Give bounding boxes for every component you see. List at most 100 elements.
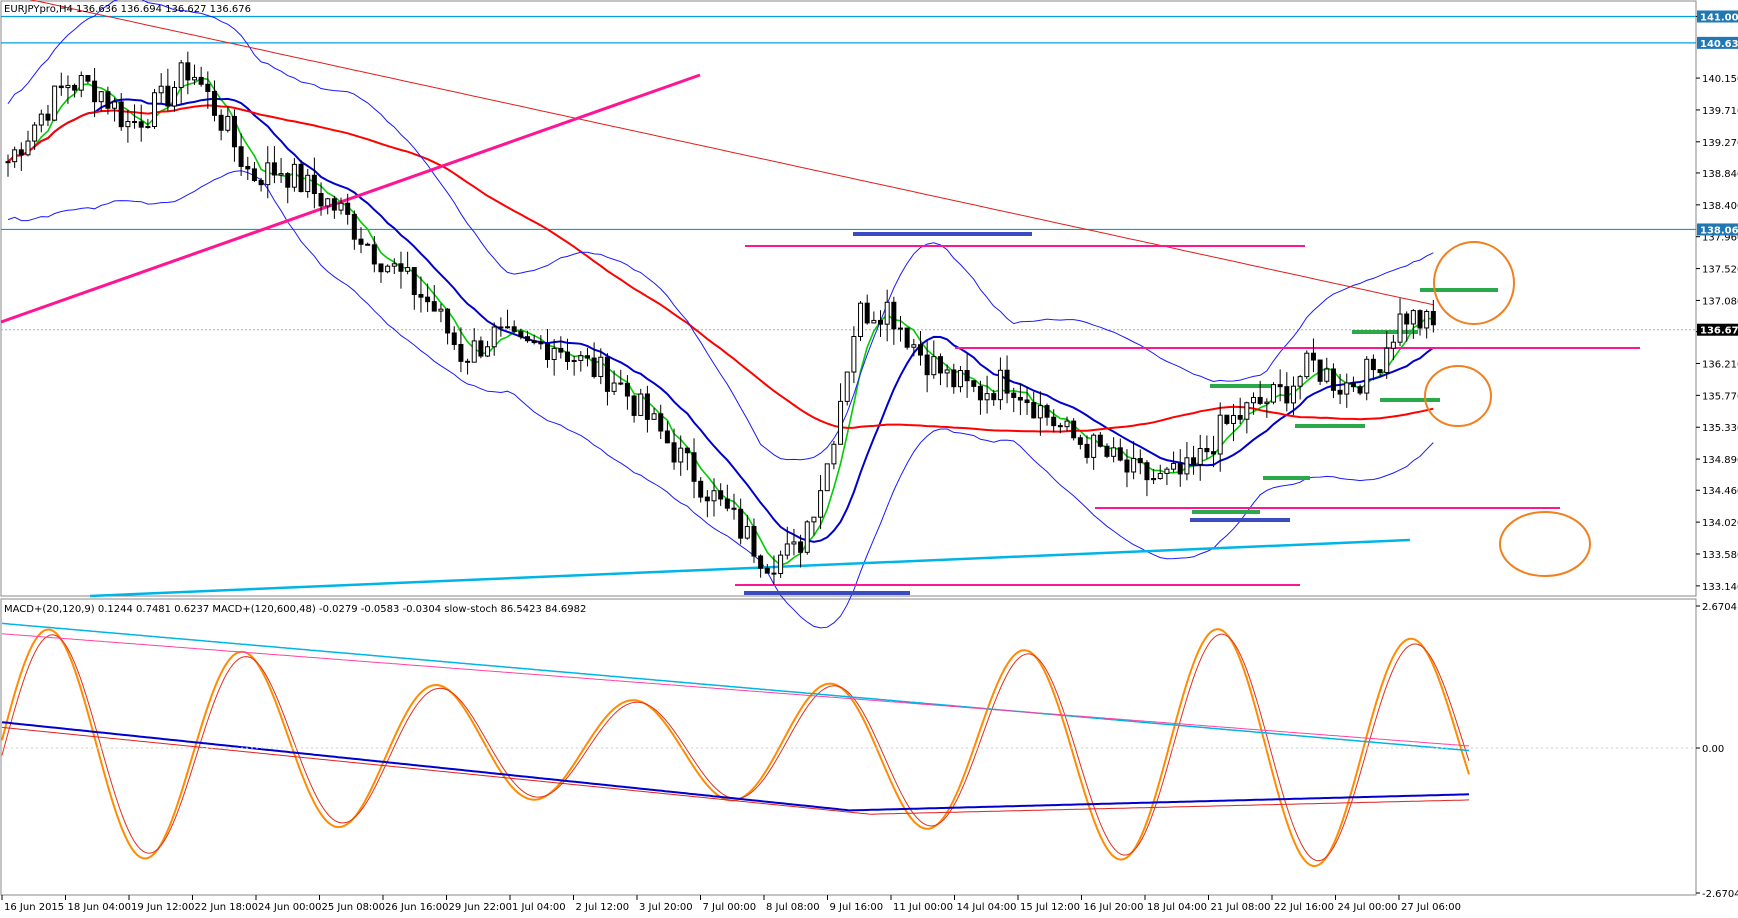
candle-body: [391, 263, 397, 267]
candle-body: [1037, 405, 1043, 419]
candle-body: [78, 75, 84, 91]
candle-body: [731, 507, 737, 510]
price-axis-label: 135.330: [1702, 423, 1738, 434]
candle-body: [1084, 443, 1090, 458]
price-axis-label: 136.210: [1702, 359, 1738, 370]
candle-body: [1057, 425, 1063, 428]
candle-body: [351, 213, 357, 240]
candle-body: [225, 115, 231, 131]
price-tag-text-top: 141.003: [1700, 12, 1738, 23]
candle-body: [258, 179, 264, 186]
price-axis-label: 140.150: [1702, 74, 1738, 85]
candle-body: [1337, 389, 1343, 395]
price-axis-label: 133.580: [1702, 550, 1738, 561]
price-tag-text-mid: 138.060: [1700, 225, 1738, 236]
candle-body: [1310, 352, 1316, 361]
candle-body: [285, 173, 291, 188]
candle-body: [591, 357, 597, 378]
candle-body: [205, 83, 211, 92]
candle-body: [911, 344, 917, 348]
candle-body: [331, 198, 337, 211]
price-axis-label: 138.840: [1702, 169, 1738, 180]
candle-body: [325, 198, 331, 207]
candle-body: [1264, 401, 1270, 404]
candle-body: [451, 332, 457, 345]
candle-body: [977, 385, 983, 401]
candle-body: [52, 85, 58, 121]
candle-body: [624, 382, 630, 397]
candle-body: [791, 541, 797, 545]
candle-body: [1197, 448, 1203, 465]
time-axis-label: 8 Jul 08:00: [766, 902, 820, 913]
candle-body: [38, 113, 44, 126]
candle-body: [1404, 313, 1410, 325]
time-axis-label: 25 Jun 08:00: [322, 902, 386, 913]
candle-body: [1231, 414, 1237, 424]
candle-body: [405, 267, 411, 272]
candle-body: [138, 121, 144, 128]
indicator-panel[interactable]: [0, 598, 1697, 896]
candle-body: [112, 101, 118, 109]
candle-body: [758, 555, 764, 569]
candle-body: [1330, 368, 1336, 391]
candle-body: [784, 543, 790, 556]
time-axis-label: 16 Jul 20:00: [1084, 902, 1144, 913]
mt4-chart[interactable]: 141.000140.150139.710139.270138.840138.4…: [0, 0, 1738, 918]
candle-body: [132, 120, 138, 123]
time-axis-label: 22 Jul 16:00: [1274, 902, 1334, 913]
candle-body: [1131, 457, 1137, 473]
candle-body: [371, 244, 377, 265]
candle-body: [238, 146, 244, 167]
candle-body: [764, 567, 770, 574]
candle-body: [884, 301, 890, 325]
candle-body: [418, 293, 424, 298]
candle-body: [231, 115, 237, 148]
candle-body: [964, 370, 970, 382]
candle-body: [744, 525, 750, 539]
candle-body: [838, 400, 844, 445]
price-axis-label: 133.140: [1702, 582, 1738, 593]
price-axis-label: 138.400: [1702, 201, 1738, 212]
candle-body: [851, 335, 857, 373]
candle-body: [98, 91, 104, 103]
candle-body: [398, 263, 404, 272]
price-axis-label: 137.520: [1702, 265, 1738, 276]
candle-body: [118, 101, 124, 128]
candle-body: [438, 308, 444, 312]
candle-body: [5, 161, 11, 164]
candle-body: [1304, 352, 1310, 378]
candle-body: [245, 165, 251, 170]
candle-body: [937, 356, 943, 374]
candle-body: [1410, 310, 1416, 325]
candle-body: [538, 342, 544, 345]
candle-body: [551, 347, 557, 360]
candle-body: [158, 85, 164, 94]
candle-body: [211, 90, 217, 116]
candle-body: [564, 351, 570, 362]
candle-body: [278, 173, 284, 176]
candle-body: [18, 149, 24, 156]
candle-body: [1224, 414, 1230, 424]
candle-body: [92, 80, 98, 103]
candle-body: [178, 62, 184, 88]
candle-body: [465, 360, 471, 363]
candle-body: [378, 263, 384, 273]
candle-body: [505, 326, 511, 329]
candle-body: [1191, 457, 1197, 465]
candle-body: [1017, 396, 1023, 401]
candle-body: [864, 302, 870, 324]
candle-body: [172, 86, 178, 107]
candle-body: [25, 140, 31, 156]
candle-body: [711, 490, 717, 502]
candle-body: [511, 326, 517, 332]
time-axis-label: 21 Jul 08:00: [1211, 902, 1271, 913]
candle-body: [671, 442, 677, 463]
candle-body: [265, 162, 271, 186]
candle-body: [1044, 405, 1050, 418]
candle-body: [1064, 420, 1070, 428]
candle-body: [571, 359, 577, 362]
candle-body: [984, 393, 990, 401]
candle-body: [917, 344, 923, 356]
candle-body: [1184, 457, 1190, 475]
chart-header: EURJPYpro,H4 136.636 136.694 136.627 136…: [4, 4, 251, 15]
